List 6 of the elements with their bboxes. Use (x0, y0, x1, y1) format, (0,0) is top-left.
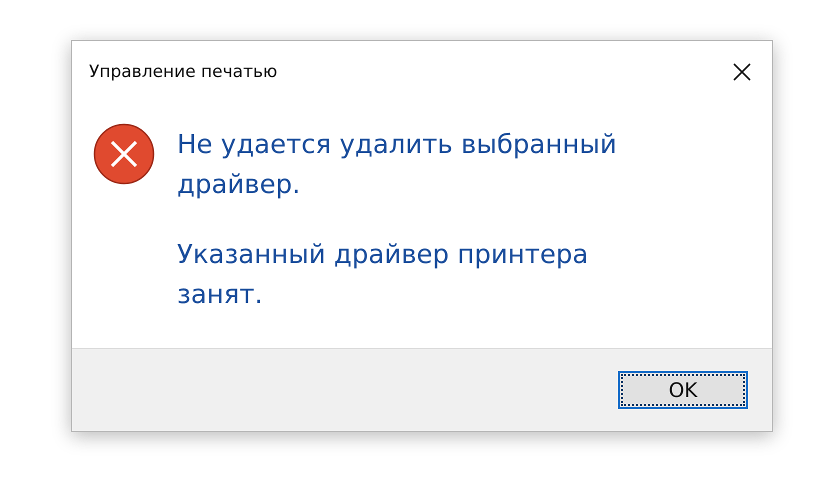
window-title: Управление печатью (89, 62, 278, 82)
message-text: Не удается удалить выбранный драйвер. (177, 129, 618, 202)
message-text: Указанный драйвер принтера занят. (177, 239, 590, 312)
ok-button[interactable]: OK (618, 371, 748, 409)
error-icon (93, 123, 155, 185)
close-icon (732, 62, 752, 82)
